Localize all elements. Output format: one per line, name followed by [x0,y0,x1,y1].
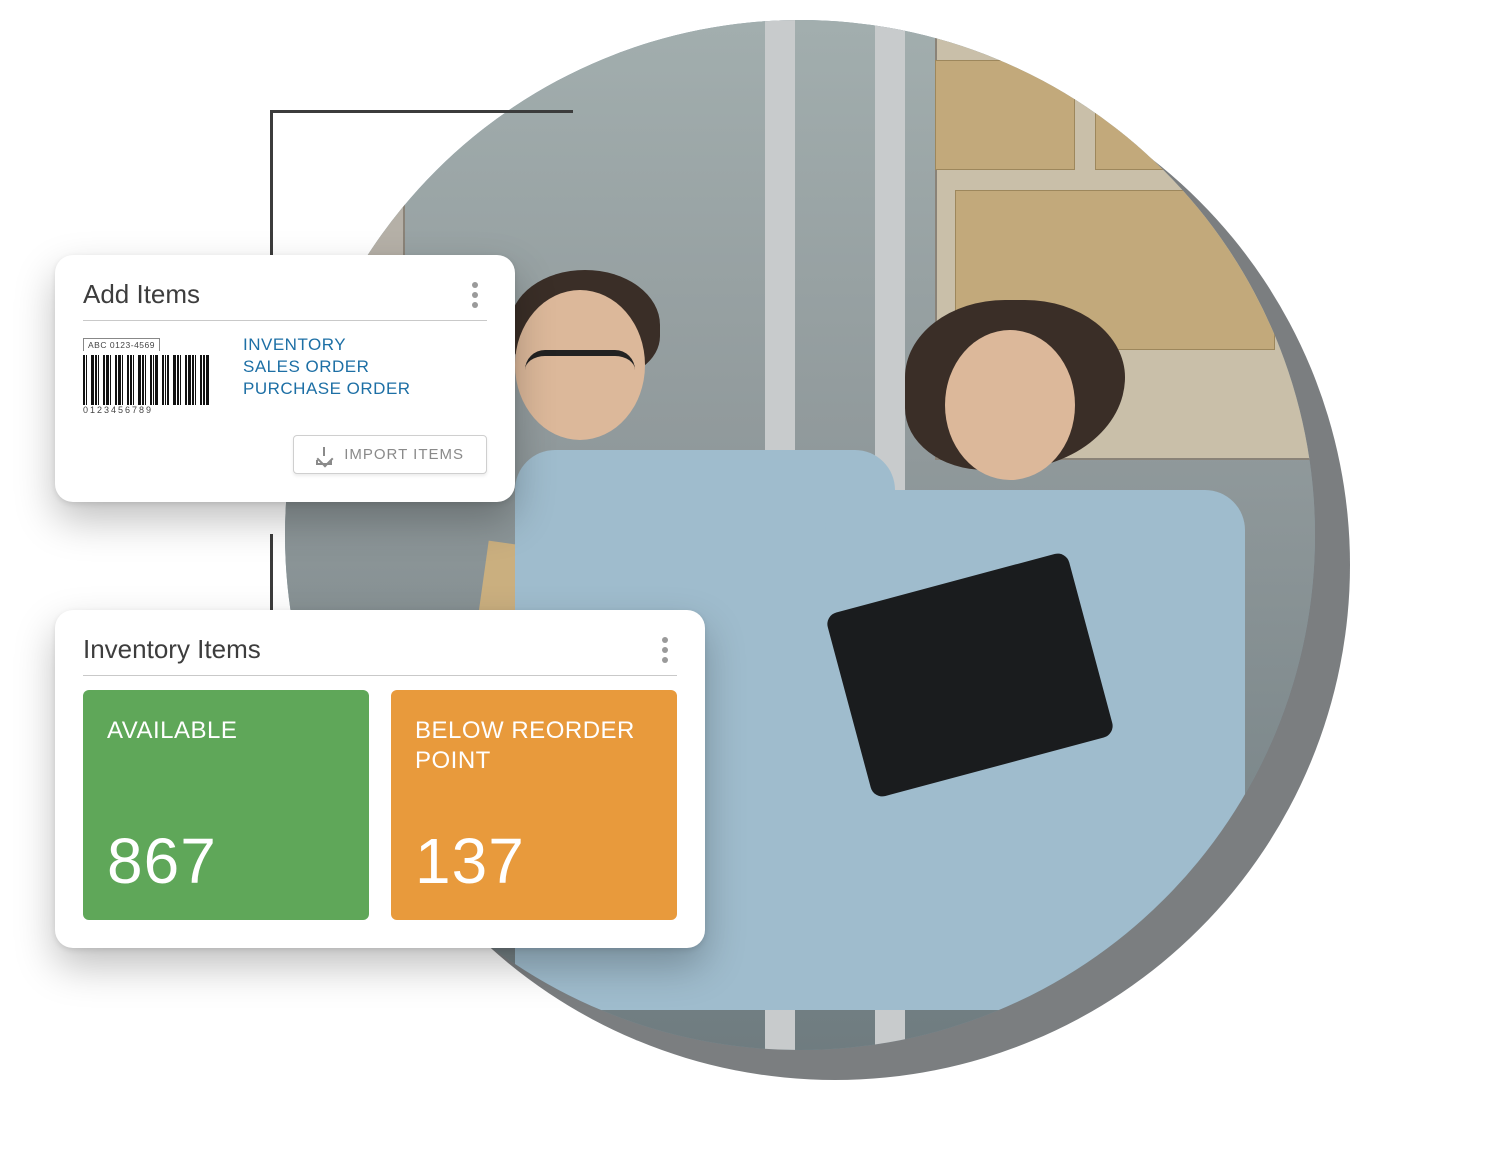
inventory-items-card: Inventory Items AVAILABLE 867 BELOW REOR… [55,610,705,948]
connector-line [270,110,273,260]
add-items-title: Add Items [83,279,200,310]
import-items-label: IMPORT ITEMS [344,446,464,463]
link-sales-order[interactable]: SALES ORDER [243,357,411,377]
barcode-bottom-label: 0123456789 [83,405,223,415]
tile-available[interactable]: AVAILABLE 867 [83,690,369,920]
barcode-top-label: ABC 0123-4569 [83,338,160,351]
barcode-icon: ABC 0123-4569 0123456789 [83,335,223,415]
inventory-items-title: Inventory Items [83,634,261,665]
link-purchase-order[interactable]: PURCHASE ORDER [243,379,411,399]
link-inventory[interactable]: INVENTORY [243,335,411,355]
tile-label: BELOW REORDER POINT [415,716,653,776]
add-items-card: Add Items ABC 0123-4569 0123456789 INVEN… [55,255,515,502]
connector-line [270,534,273,614]
tile-label: AVAILABLE [107,716,345,746]
add-items-links: INVENTORY SALES ORDER PURCHASE ORDER [243,335,411,399]
tile-value: 137 [415,824,653,898]
kebab-menu-icon[interactable] [653,637,677,663]
tile-value: 867 [107,824,345,898]
tile-below-reorder[interactable]: BELOW REORDER POINT 137 [391,690,677,920]
import-items-button[interactable]: IMPORT ITEMS [293,435,487,474]
kebab-menu-icon[interactable] [463,282,487,308]
download-icon [316,447,332,463]
